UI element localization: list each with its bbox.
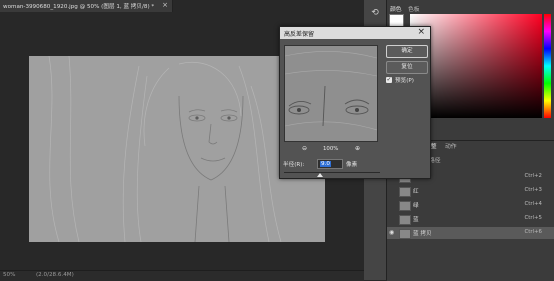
high-pass-dialog: 高反差保留 × 确定 复位 ✓ 预览(P) ⊖ 100% ⊕ 半径(R): 9.…	[279, 26, 431, 179]
channel-thumbnail	[399, 215, 411, 225]
history-icon[interactable]: ⟲	[368, 8, 382, 22]
channel-shortcut: Ctrl+5	[524, 215, 542, 221]
document-info: (2.0/28.6.4M)	[36, 272, 74, 278]
preview-image	[285, 46, 377, 141]
checkbox-box[interactable]: ✓	[386, 77, 392, 83]
channel-row[interactable]: 蓝 Ctrl+5	[387, 213, 554, 225]
radius-slider[interactable]	[284, 172, 380, 177]
hue-slider[interactable]	[544, 14, 551, 118]
channel-shortcut: Ctrl+4	[524, 201, 542, 207]
radius-value: 9.0	[320, 161, 331, 167]
channel-row[interactable]: 红 Ctrl+3	[387, 185, 554, 197]
eye-icon[interactable]: ◉	[389, 229, 394, 236]
close-icon[interactable]: ×	[417, 27, 425, 37]
channel-name: 绿	[413, 203, 419, 209]
zoom-controls: ⊖ 100% ⊕	[300, 145, 374, 154]
radius-unit: 像素	[346, 162, 358, 168]
close-document-icon[interactable]: ×	[162, 1, 168, 9]
dialog-titlebar[interactable]: 高反差保留 ×	[280, 27, 430, 39]
channel-shortcut: Ctrl+3	[524, 187, 542, 193]
tab-swatches[interactable]: 色板	[408, 4, 420, 13]
reset-button[interactable]: 复位	[386, 61, 428, 74]
zoom-in-icon[interactable]: ⊕	[355, 145, 360, 152]
slider-handle[interactable]	[317, 173, 323, 177]
channel-thumbnail	[399, 187, 411, 197]
channel-shortcut: Ctrl+2	[524, 173, 542, 179]
channel-thumbnail	[399, 229, 411, 239]
tab-color[interactable]: 颜色	[390, 4, 402, 13]
filter-preview[interactable]	[284, 45, 378, 142]
channel-name: 蓝 拷贝	[413, 231, 432, 237]
slider-track[interactable]	[284, 172, 380, 173]
document-title: woman-3990680_1920.jpg @ 50% (图层 1, 蓝 拷贝…	[3, 4, 155, 10]
channel-shortcut: Ctrl+6	[524, 229, 542, 235]
channel-name: 蓝	[413, 217, 419, 223]
radius-row: 半径(R): 9.0 像素	[283, 159, 383, 169]
radius-input[interactable]: 9.0	[317, 159, 343, 169]
zoom-out-icon[interactable]: ⊖	[302, 145, 307, 152]
channel-thumbnail	[399, 201, 411, 211]
zoom-level: 100%	[323, 146, 339, 152]
radius-label: 半径(R):	[283, 162, 305, 168]
zoom-readout[interactable]: 50%	[3, 272, 15, 278]
status-bar: 50% (2.0/28.6.4M)	[0, 270, 364, 281]
dialog-title: 高反差保留	[284, 31, 315, 38]
channel-name: 红	[413, 189, 419, 195]
channel-row[interactable]: ◉ 蓝 拷贝 Ctrl+6	[387, 227, 554, 239]
preview-label: 预览(P)	[395, 78, 414, 84]
tab-actions[interactable]: 动作	[445, 141, 457, 150]
channel-row[interactable]: 绿 Ctrl+4	[387, 199, 554, 211]
ok-button[interactable]: 确定	[386, 45, 428, 58]
